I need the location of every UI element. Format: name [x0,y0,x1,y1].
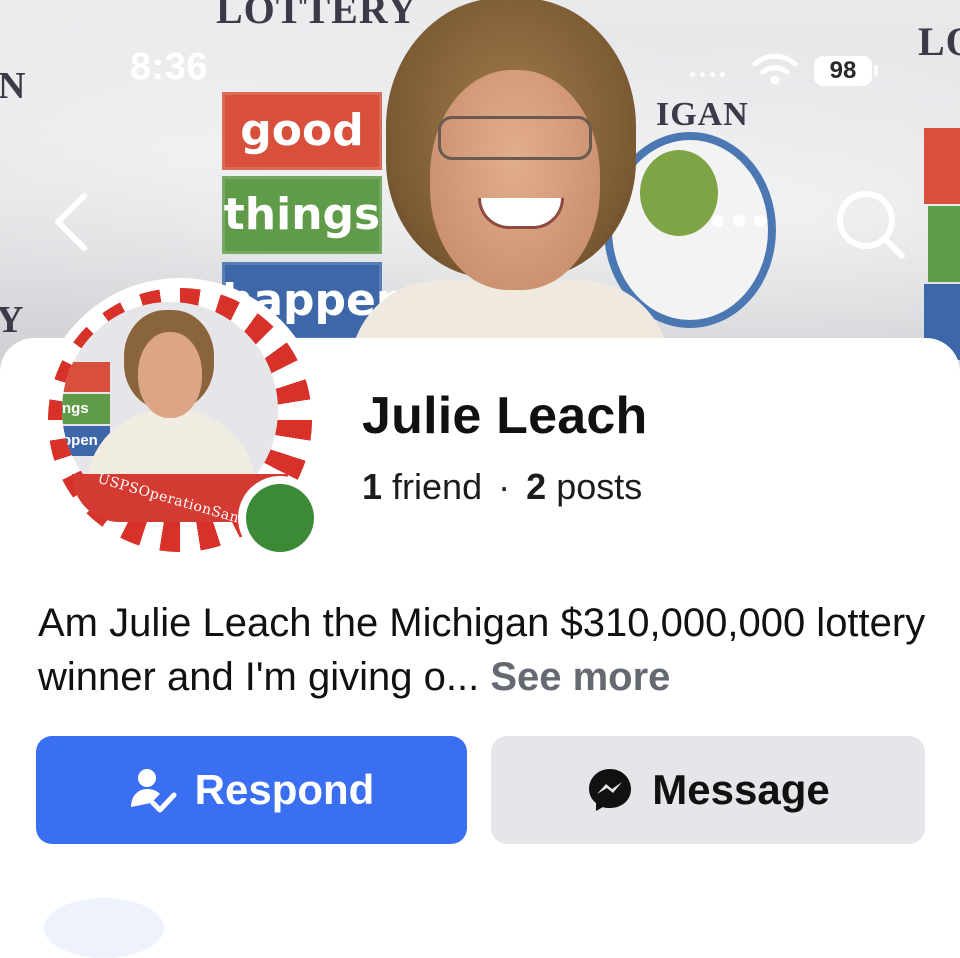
respond-button[interactable]: Respond [36,736,467,844]
battery-indicator: 98 [814,56,872,86]
search-icon [837,191,905,259]
status-time: 8:36 [130,46,209,88]
back-button[interactable] [48,190,98,254]
cover-brand-right: LO [918,19,960,64]
profile-stats: 1 friend · 2 posts [362,466,642,508]
chevron-left-icon [55,193,87,251]
cover-brand-mid: IGAN [656,96,749,133]
search-button[interactable] [832,186,908,262]
online-status-indicator [238,476,322,560]
bio-text: Am Julie Leach the Michigan $310,000,000… [38,601,926,699]
avatar-sign-green: ngs [62,394,110,424]
cover-brand-left-n: N [0,65,27,107]
avatar-sign-red [62,362,110,392]
profile-bio: Am Julie Leach the Michigan $310,000,000… [38,596,938,704]
messenger-icon [589,769,632,811]
wifi-icon [752,52,798,86]
cover-glasses [438,116,592,160]
cover-brand-left-y: Y [0,299,25,341]
cover-sign-things: things [222,176,382,254]
friends-label[interactable]: friend [392,466,482,507]
message-label: Message [652,766,830,813]
respond-label: Respond [194,766,375,813]
stats-separator: · [498,466,511,507]
message-button[interactable]: Message [491,736,925,844]
next-section-peek [44,898,164,958]
profile-name: Julie Leach [362,387,648,445]
cover-person-photo [350,0,670,380]
cover-sign-stub-red [924,128,960,204]
avatar-face [138,332,202,418]
more-options-button[interactable] [706,206,772,236]
cover-sign-stub-green [928,206,960,282]
cellular-signal-icon [690,72,725,77]
see-more-link[interactable]: See more [490,655,670,699]
more-dots-icon [712,215,766,227]
posts-count: 2 [526,466,547,507]
person-check-icon [130,769,177,813]
friends-count: 1 [362,466,383,507]
cover-sign-good: good [222,92,382,170]
cover-face [430,70,600,290]
battery-cap [874,65,878,77]
posts-label[interactable]: posts [556,466,642,507]
